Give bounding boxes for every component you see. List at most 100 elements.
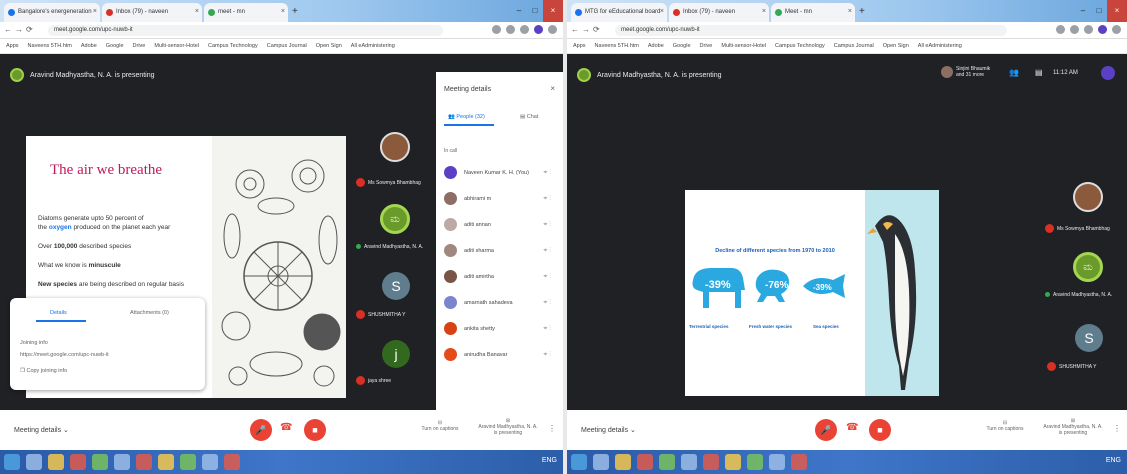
tab-people[interactable]: 👥 People (32) [448,114,485,120]
window-close-icon[interactable]: × [543,0,563,22]
tab-details[interactable]: Details [50,310,67,316]
menu-icon[interactable] [548,25,557,34]
participants-summary[interactable]: Sinjini Bhaumik and 31 more [941,66,990,78]
participant-tile[interactable]: ಮ [1073,252,1103,282]
app-icon[interactable] [158,454,174,470]
captions-button[interactable]: ⊟ Turn on captions [420,420,460,432]
maximize-icon[interactable]: □ [527,0,543,22]
app-icon[interactable] [70,454,86,470]
start-icon[interactable] [571,454,587,470]
list-item[interactable]: abhirami m ⌖ ⋮ [444,190,557,210]
new-tab-icon[interactable]: + [292,6,298,17]
list-item[interactable]: aditi annan ⌖ ⋮ [444,216,557,236]
app-icon[interactable] [180,454,196,470]
people-icon[interactable]: 👥 [1009,68,1019,77]
close-icon[interactable]: × [281,8,285,15]
bookmark-item[interactable]: Open Sign [316,43,342,49]
profile-avatar[interactable] [1101,66,1115,80]
chrome-icon[interactable] [136,454,152,470]
url-field[interactable]: meet.google.com/upc-nuwb-it [615,25,1007,36]
extension-icon[interactable] [506,25,515,34]
minimize-icon[interactable]: – [1075,0,1091,22]
more-icon[interactable]: ⌖ ⋮ [543,351,551,359]
more-icon[interactable]: ⌖ ⋮ [543,325,551,333]
bookmark-item[interactable]: Multi-sensor-Hotel [721,43,766,49]
bookmark-item[interactable]: All eAdministering [351,43,395,49]
list-item[interactable]: anirudha Banavar ⌖ ⋮ [444,346,557,366]
menu-icon[interactable] [1112,25,1121,34]
tab-attachments[interactable]: Attachments (0) [130,310,169,316]
tab-chat[interactable]: ▤ Chat [520,114,538,120]
more-icon[interactable]: ⌖ ⋮ [543,221,551,229]
bookmark-item[interactable]: All eAdministering [918,43,962,49]
start-icon[interactable] [4,454,20,470]
app-icon[interactable] [681,454,697,470]
list-item[interactable]: aditi amirtha ⌖ ⋮ [444,268,557,288]
browser-tab[interactable]: Bangalore's energeneration × [4,3,100,22]
bookmark-item[interactable]: Multi-sensor-Hotel [154,43,199,49]
minimize-icon[interactable]: – [511,0,527,22]
bookmark-item[interactable]: Apps [573,43,586,49]
hang-up-button[interactable]: ☎ [280,422,292,433]
window-close-icon[interactable]: × [1107,0,1127,22]
list-item[interactable]: aditi sharma ⌖ ⋮ [444,242,557,262]
participant-tile[interactable]: S [1075,324,1103,352]
app-icon[interactable] [747,454,763,470]
app-icon[interactable] [791,454,807,470]
folder-icon[interactable] [48,454,64,470]
camera-off-button[interactable]: ■ [869,419,891,441]
bookmark-item[interactable]: Google [106,43,124,49]
hang-up-button[interactable]: ☎ [846,422,858,433]
more-icon[interactable]: ⌖ ⋮ [543,273,551,281]
explorer-icon[interactable] [593,454,609,470]
system-tray[interactable]: ENG [1106,457,1121,464]
browser-tab[interactable]: Inbox (79) - naveen × [669,3,769,22]
close-icon[interactable]: × [848,8,852,15]
app-icon[interactable] [659,454,675,470]
browser-tab-active[interactable]: Meet - mn × [771,3,855,22]
bookmark-item[interactable]: Google [673,43,691,49]
profile-avatar[interactable] [534,25,543,34]
participant-tile[interactable]: ಮ [380,204,410,234]
nav-buttons[interactable]: ←→⟳ [4,25,36,34]
close-icon[interactable]: × [195,8,199,15]
bookmark-item[interactable]: Apps [6,43,19,49]
maximize-icon[interactable]: □ [1091,0,1107,22]
star-icon[interactable] [1056,25,1065,34]
browser-tab[interactable]: Inbox (79) - naveen × [102,3,202,22]
more-icon[interactable]: ⌖ ⋮ [543,299,551,307]
participant-tile[interactable] [1073,182,1103,212]
url-field[interactable]: meet.google.com/upc-nuwb-it [48,25,443,36]
presenting-button[interactable]: ⊞ Aravind Madhyastha, N. A. is presenting [478,418,538,436]
folder-icon[interactable] [615,454,631,470]
more-options-icon[interactable]: ⋮ [1113,424,1121,433]
browser-tab-active[interactable]: meet - mn × [204,3,288,22]
list-item[interactable]: Naveen Kumar K. H. (You) ⌖ ⋮ [444,164,557,184]
meeting-details-button[interactable]: Meeting details ⌄ [14,426,69,434]
bookmark-item[interactable]: Drive [133,43,146,49]
extension-icon[interactable] [1084,25,1093,34]
star-icon[interactable] [492,25,501,34]
app-icon[interactable] [769,454,785,470]
bookmark-item[interactable]: Campus Journal [834,43,874,49]
app-icon[interactable] [637,454,653,470]
bookmark-item[interactable]: Campus Technology [775,43,825,49]
app-icon[interactable] [114,454,130,470]
chrome-icon[interactable] [703,454,719,470]
app-icon[interactable] [725,454,741,470]
camera-off-button[interactable]: ■ [304,419,326,441]
participant-tile[interactable] [380,132,410,162]
copy-joining-info-button[interactable]: ❐ Copy joining info [20,368,67,374]
explorer-icon[interactable] [26,454,42,470]
extension-icon[interactable] [520,25,529,34]
bookmark-item[interactable]: Campus Technology [208,43,258,49]
system-tray[interactable]: ENG [542,457,557,464]
pin-icon[interactable]: ⌖ ⋮ [543,169,551,177]
participant-tile[interactable]: S [382,272,410,300]
bookmark-item[interactable]: Open Sign [883,43,909,49]
chat-icon[interactable]: ▤ [1035,68,1043,77]
profile-avatar[interactable] [1098,25,1107,34]
bookmark-item[interactable]: Drive [700,43,713,49]
joining-link[interactable]: https://meet.google.com/upc-nuwb-it [20,352,109,358]
more-options-icon[interactable]: ⋮ [548,424,556,433]
